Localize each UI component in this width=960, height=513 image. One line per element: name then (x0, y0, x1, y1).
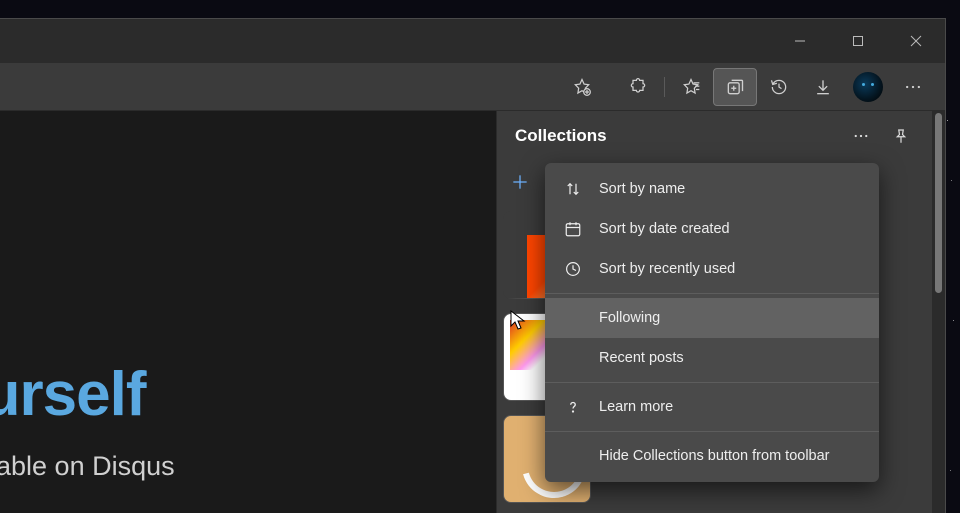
help-icon (563, 397, 583, 417)
menu-sort-by-recent[interactable]: Sort by recently used (545, 249, 879, 289)
scrollbar-thumb[interactable] (935, 113, 942, 293)
history-button[interactable] (757, 68, 801, 106)
downloads-button[interactable] (801, 68, 845, 106)
menu-separator (545, 431, 879, 432)
pin-panel-button[interactable] (884, 119, 918, 153)
settings-menu-button[interactable] (891, 68, 935, 106)
profile-avatar[interactable] (853, 72, 883, 102)
puzzle-icon (628, 77, 648, 97)
vertical-scrollbar[interactable] (932, 111, 945, 513)
collections-context-menu: Sort by name Sort by date created (545, 163, 879, 482)
menu-separator (545, 293, 879, 294)
close-icon (910, 35, 922, 47)
collections-panel: Collections (496, 111, 932, 513)
close-button[interactable] (887, 19, 945, 63)
new-collection-button[interactable] (505, 167, 535, 197)
more-icon (852, 127, 870, 145)
extensions-button[interactable] (616, 68, 660, 106)
download-icon (813, 77, 833, 97)
sort-name-icon (563, 179, 583, 199)
pin-icon (892, 127, 910, 145)
titlebar (0, 19, 945, 63)
collections-more-button[interactable] (844, 119, 878, 153)
toolbar-separator (664, 77, 665, 97)
more-icon (903, 77, 923, 97)
collections-button[interactable] (713, 68, 757, 106)
page-headline: Yourself (0, 359, 145, 430)
minimize-button[interactable] (771, 19, 829, 63)
clock-icon (563, 259, 583, 279)
menu-label: Sort by date created (599, 221, 730, 237)
bg-star (953, 320, 954, 321)
calendar-icon (563, 219, 583, 239)
bg-star (947, 120, 948, 121)
content-area: Yourself lable on Disqus (0, 111, 932, 513)
menu-sort-by-date[interactable]: Sort by date created (545, 209, 879, 249)
menu-label: Following (599, 310, 660, 326)
window-controls (771, 19, 945, 63)
history-icon (769, 77, 789, 97)
plus-icon (510, 172, 530, 192)
maximize-icon (852, 35, 864, 47)
maximize-button[interactable] (829, 19, 887, 63)
bg-star (951, 180, 952, 181)
menu-recent-posts[interactable]: Recent posts (545, 338, 879, 378)
collections-header-actions (844, 119, 918, 153)
collections-header: Collections (497, 111, 932, 161)
browser-window: Yourself lable on Disqus (0, 18, 946, 513)
collections-icon (725, 77, 745, 97)
favorites-icon (681, 77, 701, 97)
star-add-icon (572, 77, 592, 97)
menu-label: Hide Collections button from toolbar (599, 448, 830, 464)
menu-separator (545, 382, 879, 383)
toolbar-actions (560, 68, 935, 106)
menu-label: Learn more (599, 399, 673, 415)
menu-following[interactable]: Following (545, 298, 879, 338)
menu-hide-collections-button[interactable]: Hide Collections button from toolbar (545, 436, 879, 476)
menu-label: Recent posts (599, 350, 684, 366)
favorites-button[interactable] (669, 68, 713, 106)
minimize-icon (794, 35, 806, 47)
menu-learn-more[interactable]: Learn more (545, 387, 879, 427)
desktop-background: Yourself lable on Disqus (0, 0, 960, 513)
bg-star (950, 470, 951, 471)
page-subline: lable on Disqus (0, 451, 175, 482)
menu-label: Sort by recently used (599, 261, 735, 277)
add-favorite-button[interactable] (560, 68, 604, 106)
menu-sort-by-name[interactable]: Sort by name (545, 169, 879, 209)
collections-title: Collections (515, 126, 607, 146)
menu-label: Sort by name (599, 181, 685, 197)
toolbar (0, 63, 945, 111)
